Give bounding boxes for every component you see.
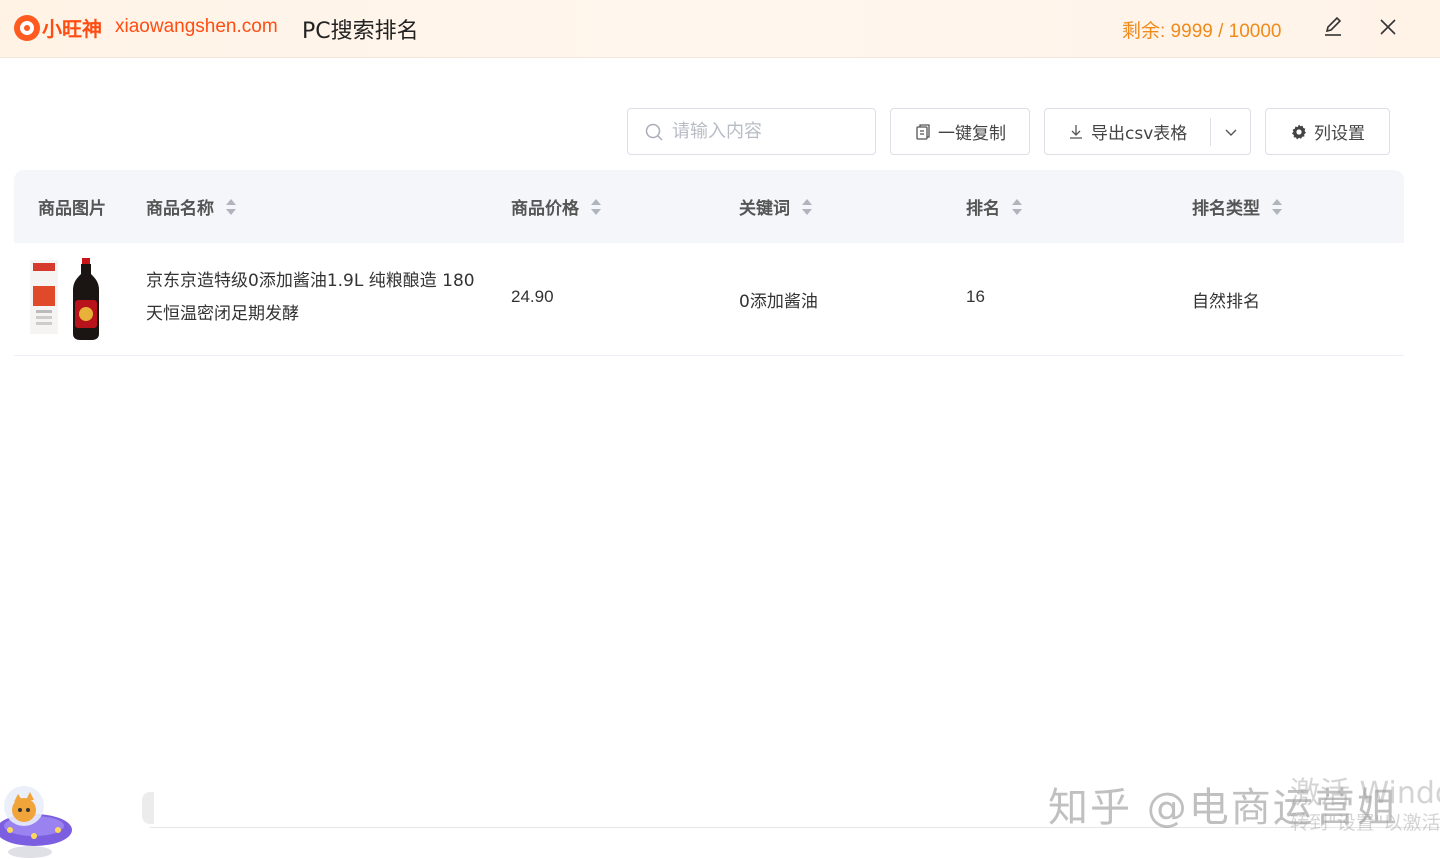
windows-activation-subtitle: 转到"设置"以激活: [1290, 812, 1440, 834]
sort-icon[interactable]: [224, 197, 238, 217]
copy-icon: [916, 123, 930, 140]
column-header-label: 商品图片: [38, 199, 106, 219]
column-header-price[interactable]: 商品价格: [511, 170, 603, 243]
copy-all-label: 一键复制: [938, 124, 1006, 144]
column-settings-button[interactable]: 列设置: [1265, 108, 1390, 155]
export-csv-main[interactable]: 导出csv表格: [1045, 109, 1210, 154]
windows-activation-title: 激活 Windo: [1290, 776, 1440, 811]
search-icon: [645, 123, 663, 141]
sort-icon[interactable]: [1270, 197, 1284, 217]
window-title: PC搜索排名: [302, 19, 419, 44]
sort-icon[interactable]: [589, 197, 603, 217]
pencil-icon[interactable]: [1321, 15, 1345, 39]
column-header-rank-type[interactable]: 排名类型: [1192, 170, 1284, 243]
logo-icon: [14, 14, 40, 41]
mascot-ufo-icon[interactable]: [0, 766, 80, 859]
brand-name: 小旺神: [42, 17, 102, 41]
close-icon[interactable]: [1376, 15, 1400, 39]
column-settings-label: 列设置: [1314, 124, 1365, 144]
column-header-label: 关键词: [739, 199, 790, 219]
download-icon: [1070, 124, 1082, 139]
brand-domain: xiaowangshen.com: [115, 16, 278, 37]
export-csv-label: 导出csv表格: [1091, 124, 1188, 144]
results-table: 商品图片 商品名称 商品价格 关键词 排名 排名类型 京东京造特级0添加酱油1.…: [14, 170, 1404, 356]
export-csv-button[interactable]: 导出csv表格: [1044, 108, 1251, 155]
app-logo: 小旺神: [14, 13, 102, 42]
rank: 16: [966, 287, 985, 306]
product-name: 京东京造特级0添加酱油1.9L 纯粮酿造 180天恒温密闭足期发酵: [146, 271, 475, 324]
column-header-rank[interactable]: 排名: [966, 170, 1024, 243]
column-header-keyword[interactable]: 关键词: [739, 170, 814, 243]
horizontal-scrollbar-thumb[interactable]: [142, 792, 154, 824]
search-input[interactable]: [672, 121, 862, 142]
sort-icon[interactable]: [800, 197, 814, 217]
copy-all-button[interactable]: 一键复制: [890, 108, 1030, 155]
export-dropdown-toggle[interactable]: [1211, 109, 1250, 154]
column-header-label: 商品价格: [511, 199, 579, 219]
search-box[interactable]: [627, 108, 876, 155]
product-price: 24.90: [511, 287, 554, 306]
sort-icon[interactable]: [1010, 197, 1024, 217]
quota-remaining: 剩余: 9999 / 10000: [1122, 21, 1282, 42]
column-header-image: 商品图片: [38, 170, 106, 243]
rank-type: 自然排名: [1192, 292, 1260, 312]
keyword: 0添加酱油: [739, 292, 818, 312]
column-header-label: 排名类型: [1192, 199, 1260, 219]
table-row[interactable]: 京东京造特级0添加酱油1.9L 纯粮酿造 180天恒温密闭足期发酵 24.90 …: [14, 243, 1404, 356]
title-bar: 小旺神 xiaowangshen.com PC搜索排名 剩余: 9999 / 1…: [0, 0, 1440, 58]
chevron-down-icon: [1225, 129, 1236, 136]
table-header: 商品图片 商品名称 商品价格 关键词 排名 排名类型: [14, 170, 1404, 243]
gear-icon: [1292, 124, 1306, 139]
column-header-label: 排名: [966, 199, 1000, 219]
column-header-name[interactable]: 商品名称: [146, 170, 238, 243]
product-image[interactable]: [28, 256, 108, 342]
column-header-label: 商品名称: [146, 199, 214, 219]
